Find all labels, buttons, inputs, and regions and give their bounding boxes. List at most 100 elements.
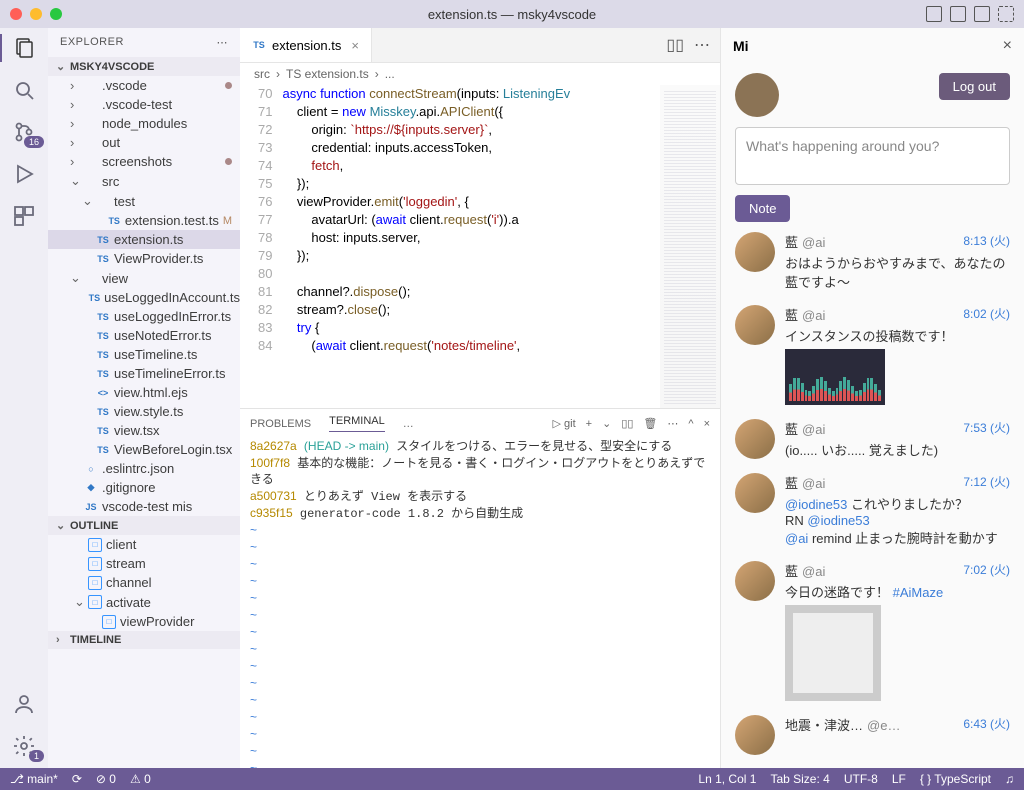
- post[interactable]: 藍@ai8:13 (火)おはようからおやすみまで、あなたの藍ですよ～: [735, 232, 1010, 291]
- tree-item[interactable]: TSextension.ts: [48, 230, 240, 249]
- maximize-panel-icon[interactable]: ^: [688, 418, 693, 430]
- shell-selector[interactable]: ▷ git: [553, 417, 576, 430]
- close-panel-icon[interactable]: ×: [1003, 37, 1012, 55]
- customize-layout-icon[interactable]: [998, 6, 1014, 22]
- indentation[interactable]: Tab Size: 4: [770, 772, 829, 786]
- split-editor-icon[interactable]: ▯▯: [666, 35, 684, 55]
- split-terminal-icon[interactable]: ▯▯: [621, 417, 633, 430]
- settings-icon[interactable]: 1: [12, 734, 36, 758]
- explorer-icon[interactable]: [12, 36, 36, 60]
- tree-item[interactable]: ›screenshots: [48, 152, 240, 171]
- minimize-window[interactable]: [30, 8, 42, 20]
- close-window[interactable]: [10, 8, 22, 20]
- tree-item[interactable]: TSuseLoggedInAccount.ts: [48, 288, 240, 307]
- kill-terminal-icon[interactable]: 🗑: [643, 417, 657, 430]
- tree-item[interactable]: ⌄src: [48, 171, 240, 191]
- bottom-panel: PROBLEMS TERMINAL … ▷ git + ⌄ ▯▯ 🗑 ⋯ ^ ×…: [240, 408, 720, 768]
- eol[interactable]: LF: [892, 772, 906, 786]
- new-terminal-icon[interactable]: +: [586, 418, 592, 430]
- code-editor[interactable]: 707172737475767778798081828384 async fun…: [240, 85, 720, 408]
- account-icon[interactable]: [12, 692, 36, 716]
- tree-item[interactable]: ⌄view: [48, 268, 240, 288]
- tree-item[interactable]: ○.eslintrc.json: [48, 459, 240, 478]
- tree-item[interactable]: ›out: [48, 133, 240, 152]
- post[interactable]: 地震・津波…@e…6:43 (火): [735, 715, 1010, 755]
- maximize-window[interactable]: [50, 8, 62, 20]
- tree-item[interactable]: TSViewBeforeLogin.tsx: [48, 440, 240, 459]
- post-avatar[interactable]: [735, 473, 775, 513]
- panel-left-icon[interactable]: [926, 6, 942, 22]
- sync-icon[interactable]: ⟳: [72, 772, 82, 786]
- project-section[interactable]: ⌄MSKY4VSCODE: [48, 57, 240, 76]
- warnings-count[interactable]: ⚠ 0: [130, 772, 151, 786]
- outline-item[interactable]: □viewProvider: [48, 612, 240, 631]
- outline-item[interactable]: □client: [48, 535, 240, 554]
- errors-count[interactable]: ⊘ 0: [96, 772, 116, 786]
- encoding[interactable]: UTF-8: [844, 772, 878, 786]
- extensions-icon[interactable]: [12, 204, 36, 228]
- tab-more[interactable]: …: [403, 418, 414, 430]
- panel-right-icon[interactable]: [974, 6, 990, 22]
- typescript-icon: TS: [252, 38, 266, 52]
- terminal-output[interactable]: 8a2627a (HEAD -> main) スタイルをつける、エラーを見せる、…: [240, 432, 720, 768]
- tree-item[interactable]: TSextension.test.tsM: [48, 211, 240, 230]
- close-panel-icon[interactable]: ×: [704, 418, 710, 430]
- minimap[interactable]: [660, 85, 720, 408]
- split-terminal-chevron-icon[interactable]: ⌄: [602, 417, 611, 430]
- post-avatar[interactable]: [735, 232, 775, 272]
- tree-item[interactable]: ›.vscode-test: [48, 95, 240, 114]
- post[interactable]: 藍@ai7:53 (火)(io..... いお..... 覚えました): [735, 419, 1010, 459]
- timeline-feed: 藍@ai8:13 (火)おはようからおやすみまで、あなたの藍ですよ～ 藍@ai8:…: [735, 232, 1010, 755]
- post-avatar[interactable]: [735, 419, 775, 459]
- outline-section[interactable]: ⌄OUTLINE: [48, 516, 240, 535]
- tree-item[interactable]: TSuseNotedError.ts: [48, 326, 240, 345]
- git-branch[interactable]: ⎇ main*: [10, 772, 58, 786]
- editor-tabs: TS extension.ts × ▯▯ ⋯: [240, 28, 720, 63]
- tree-item[interactable]: TSViewProvider.ts: [48, 249, 240, 268]
- more-actions-icon[interactable]: ⋯: [694, 35, 710, 55]
- outline-item[interactable]: □stream: [48, 554, 240, 573]
- tree-item[interactable]: ›node_modules: [48, 114, 240, 133]
- search-icon[interactable]: [12, 78, 36, 102]
- tree-item[interactable]: TSuseTimeline.ts: [48, 345, 240, 364]
- notifications-icon[interactable]: ♫: [1005, 772, 1014, 786]
- post[interactable]: 藍@ai7:02 (火)今日の迷路です！ #AiMaze: [735, 561, 1010, 701]
- tree-item[interactable]: JSvscode-test mis: [48, 497, 240, 516]
- breadcrumb[interactable]: src› TS extension.ts› ...: [240, 63, 720, 85]
- outline-item[interactable]: □channel: [48, 573, 240, 592]
- user-avatar[interactable]: [735, 73, 779, 117]
- titlebar: extension.ts — msky4vscode: [0, 0, 1024, 28]
- tab-extension-ts[interactable]: TS extension.ts ×: [240, 28, 372, 62]
- post-avatar[interactable]: [735, 561, 775, 601]
- logout-button[interactable]: Log out: [939, 73, 1010, 100]
- tree-item[interactable]: ›.vscode: [48, 76, 240, 95]
- source-control-icon[interactable]: 16: [12, 120, 36, 144]
- cursor-position[interactable]: Ln 1, Col 1: [698, 772, 756, 786]
- tab-terminal[interactable]: TERMINAL: [329, 415, 385, 432]
- note-button[interactable]: Note: [735, 195, 790, 222]
- misskey-logo: Mi: [733, 38, 749, 54]
- outline-item[interactable]: ⌄□activate: [48, 592, 240, 612]
- layout-controls: [926, 6, 1014, 22]
- more-icon[interactable]: ⋯: [217, 36, 229, 49]
- tree-item[interactable]: TSview.style.ts: [48, 402, 240, 421]
- language-mode[interactable]: { } TypeScript: [920, 772, 991, 786]
- post[interactable]: 藍@ai7:12 (火)@iodine53 これやりましたか？RN @iodin…: [735, 473, 1010, 547]
- post-avatar[interactable]: [735, 715, 775, 755]
- editor-group: TS extension.ts × ▯▯ ⋯ src› TS extension…: [240, 28, 720, 768]
- tree-item[interactable]: TSuseTimelineError.ts: [48, 364, 240, 383]
- panel-more-icon[interactable]: ⋯: [667, 417, 678, 430]
- tab-problems[interactable]: PROBLEMS: [250, 418, 311, 430]
- tree-item[interactable]: TSview.tsx: [48, 421, 240, 440]
- tree-item[interactable]: TSuseLoggedInError.ts: [48, 307, 240, 326]
- tree-item[interactable]: <>view.html.ejs: [48, 383, 240, 402]
- tree-item[interactable]: ⌄test: [48, 191, 240, 211]
- close-tab-icon[interactable]: ×: [351, 38, 359, 53]
- timeline-section[interactable]: ›TIMELINE: [48, 631, 240, 649]
- post[interactable]: 藍@ai8:02 (火)インスタンスの投稿数です！: [735, 305, 1010, 405]
- post-avatar[interactable]: [735, 305, 775, 345]
- panel-bottom-icon[interactable]: [950, 6, 966, 22]
- run-debug-icon[interactable]: [12, 162, 36, 186]
- compose-input[interactable]: What's happening around you?: [735, 127, 1010, 185]
- tree-item[interactable]: ◆.gitignore: [48, 478, 240, 497]
